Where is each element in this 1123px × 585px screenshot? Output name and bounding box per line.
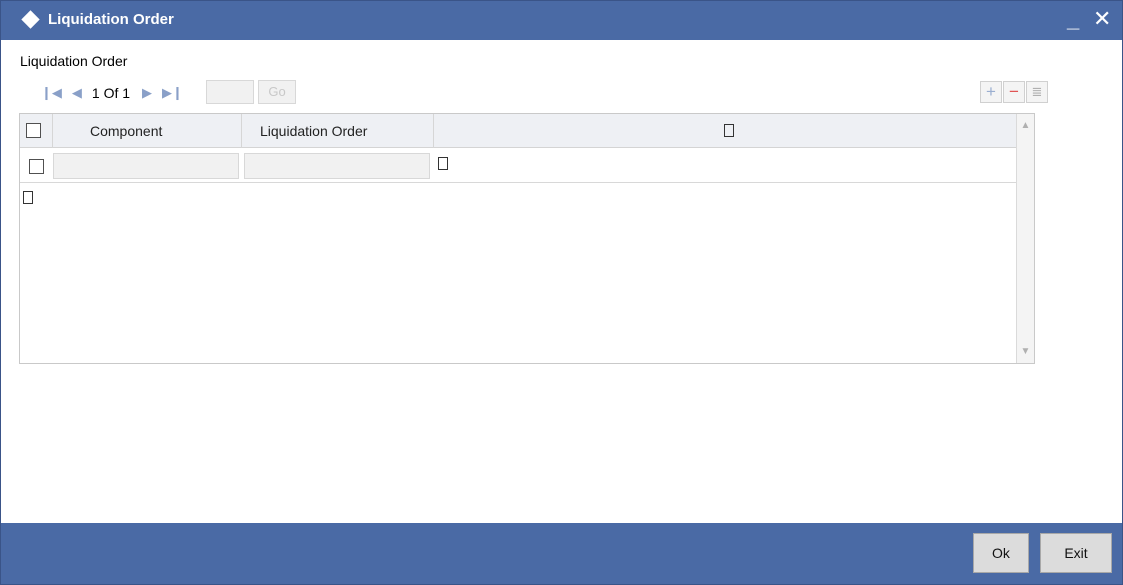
- placeholder-glyph-icon: [438, 157, 448, 170]
- select-all-checkbox[interactable]: [26, 123, 41, 138]
- placeholder-glyph-icon: [23, 191, 33, 204]
- page-indicator: 1 Of 1: [91, 85, 131, 101]
- ok-button[interactable]: Ok: [973, 533, 1029, 573]
- delete-row-icon[interactable]: −: [1003, 81, 1025, 103]
- go-button[interactable]: Go: [258, 80, 296, 104]
- column-divider: [433, 114, 434, 148]
- column-header-liquidation-order: Liquidation Order: [260, 123, 368, 139]
- grid-header: Component Liquidation Order: [20, 114, 1028, 148]
- last-page-icon[interactable]: ▶❙: [162, 85, 183, 101]
- page-number-input[interactable]: [206, 80, 254, 104]
- liquidation-order-window: Liquidation Order _ ✕ Liquidation Order …: [0, 0, 1123, 585]
- scroll-up-icon[interactable]: ▲: [1017, 117, 1034, 134]
- liquidation-order-input[interactable]: [244, 153, 430, 179]
- next-page-icon[interactable]: ▶: [142, 85, 152, 101]
- column-divider: [52, 114, 53, 148]
- window-title: Liquidation Order: [48, 11, 174, 28]
- column-header-component: Component: [90, 123, 163, 139]
- prev-page-icon[interactable]: ◀: [72, 85, 82, 101]
- title-bar: Liquidation Order _ ✕: [1, 1, 1122, 40]
- pagination-bar: ❙◀ ◀ 1 Of 1 ▶ ▶❙ Go: [41, 80, 296, 104]
- footer-bar: Ok Exit: [1, 523, 1122, 584]
- minimize-icon[interactable]: _: [1067, 7, 1079, 33]
- close-icon[interactable]: ✕: [1093, 6, 1111, 32]
- placeholder-glyph-icon: [724, 124, 734, 137]
- scroll-down-icon[interactable]: ▼: [1017, 343, 1034, 360]
- first-page-icon[interactable]: ❙◀: [41, 85, 62, 101]
- diamond-icon: [21, 10, 40, 29]
- row-select-checkbox[interactable]: [29, 159, 44, 174]
- single-view-icon[interactable]: ≣: [1026, 81, 1048, 103]
- add-row-icon[interactable]: +: [980, 81, 1002, 103]
- exit-button[interactable]: Exit: [1040, 533, 1112, 573]
- section-title: Liquidation Order: [20, 53, 128, 69]
- column-divider: [241, 114, 242, 148]
- component-input[interactable]: [53, 153, 239, 179]
- vertical-scrollbar[interactable]: ▲ ▼: [1016, 114, 1034, 363]
- table-row: [20, 149, 1028, 183]
- grid-actions: + − ≣: [979, 81, 1048, 103]
- liquidation-order-grid: Component Liquidation Order ▲ ▼: [19, 113, 1035, 364]
